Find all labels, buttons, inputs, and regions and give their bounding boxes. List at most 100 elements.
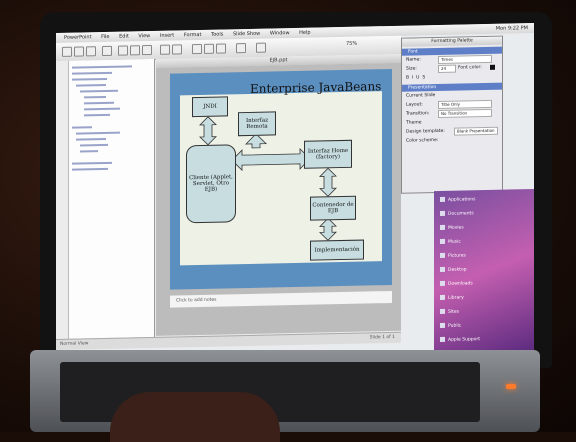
table-icon[interactable]: [192, 43, 202, 55]
outline-line: [80, 150, 98, 153]
new-icon[interactable]: [62, 46, 72, 57]
outline-line: [76, 83, 106, 87]
outline-line: [76, 137, 106, 141]
box-ejb-container[interactable]: Contenedor de EJB: [310, 195, 356, 221]
paste-icon[interactable]: [142, 44, 152, 56]
design-label: Design template:: [406, 128, 445, 135]
box-remote-interface[interactable]: Interfaz Remota: [238, 111, 276, 137]
outline-line: [80, 89, 118, 93]
layout-label: Layout:: [406, 102, 423, 108]
user-hand: [110, 392, 280, 442]
outline-line: [72, 71, 112, 75]
folder-icon: [440, 294, 445, 300]
outline-line: [72, 161, 112, 165]
desktop-item[interactable]: Library: [440, 294, 464, 301]
print-icon[interactable]: [102, 45, 112, 57]
desktop-item[interactable]: Documents: [440, 210, 474, 218]
desktop-item[interactable]: Sites: [440, 308, 459, 316]
outline-line: [84, 113, 110, 117]
color-scheme-row: Color scheme:: [402, 135, 502, 146]
arrow-client-home: [231, 147, 311, 172]
toolbox-icon[interactable]: [256, 42, 266, 53]
box-implementation[interactable]: Implementación: [310, 239, 364, 261]
folder-icon: [440, 252, 445, 258]
palette-title[interactable]: Formatting Palette: [402, 36, 502, 47]
folder-icon: [440, 322, 445, 328]
underline-icon[interactable]: U: [416, 75, 419, 80]
folder-icon: [440, 308, 445, 314]
slide-title[interactable]: Enterprise JavaBeans: [250, 79, 381, 96]
outline-line: [80, 143, 108, 147]
menu-slideshow[interactable]: Slide Show: [233, 31, 260, 38]
cut-icon[interactable]: [118, 45, 128, 56]
italic-icon[interactable]: I: [412, 76, 413, 81]
font-size-label: Size:: [406, 66, 417, 72]
arrow-jndi-client: [199, 116, 217, 146]
folder-icon: [440, 336, 445, 342]
style-buttons-row: B I U S: [402, 72, 502, 83]
desktop-item[interactable]: Music: [440, 238, 461, 246]
zoom-select[interactable]: 75%: [346, 41, 357, 47]
chart-icon[interactable]: [204, 43, 214, 54]
save-icon[interactable]: [86, 46, 96, 57]
desktop-item[interactable]: Movies: [440, 224, 464, 231]
notes-pane[interactable]: Click to add notes: [170, 290, 392, 308]
undo-icon[interactable]: [160, 44, 170, 55]
box-jndi[interactable]: JNDI: [192, 96, 228, 118]
folder-icon: [440, 210, 445, 216]
menu-file[interactable]: File: [101, 34, 109, 40]
desktop-item[interactable]: Pictures: [440, 252, 466, 260]
menu-app[interactable]: PowerPoint: [64, 34, 92, 41]
outline-pane[interactable]: [56, 58, 155, 340]
outline-line: [76, 131, 120, 135]
redo-icon[interactable]: [172, 44, 182, 55]
outline-line: [72, 167, 108, 171]
menu-edit[interactable]: Edit: [119, 33, 129, 39]
arrow-container-impl: [319, 217, 337, 241]
outline-line: [72, 126, 92, 129]
font-color-swatch[interactable]: [490, 64, 495, 70]
folder-icon: [440, 280, 445, 286]
transition-label: Transition:: [406, 111, 430, 117]
slide-canvas: JNDI Interfaz Remota Interfaz Home (fact…: [156, 62, 401, 336]
menu-insert[interactable]: Insert: [160, 33, 174, 39]
slide-content-area: JNDI Interfaz Remota Interfaz Home (fact…: [180, 91, 382, 266]
arrow-home-container: [319, 167, 337, 197]
desktop-item[interactable]: Desktop: [440, 266, 467, 274]
gallery-icon[interactable]: [236, 43, 246, 54]
menu-tools[interactable]: Tools: [211, 32, 223, 38]
menubar-clock[interactable]: Mon 9:22 PM: [496, 23, 528, 34]
view-mode: Normal View: [60, 341, 89, 347]
formatting-palette: Formatting Palette Font Name: Times Size…: [401, 35, 503, 194]
font-name-label: Name:: [406, 57, 421, 63]
menu-window[interactable]: Window: [270, 30, 290, 36]
desktop-item[interactable]: Apple Support: [440, 336, 480, 344]
bold-icon[interactable]: B: [406, 76, 409, 81]
hyperlink-icon[interactable]: [216, 43, 226, 54]
outline-line: [72, 65, 132, 69]
menu-view[interactable]: View: [138, 33, 150, 39]
menu-format[interactable]: Format: [184, 32, 202, 38]
box-client[interactable]: Cliente (Applet, Servlet, Otro EJB): [186, 144, 236, 224]
box-home-interface[interactable]: Interfaz Home (factory): [304, 139, 352, 169]
desktop-item[interactable]: Public: [440, 322, 461, 330]
folder-icon: [440, 196, 445, 202]
outline-line: [84, 107, 120, 111]
sleep-indicator-light: [506, 384, 516, 389]
shadow-icon[interactable]: S: [422, 75, 425, 80]
outline-line: [84, 101, 114, 105]
folder-icon: [440, 224, 445, 230]
menu-help[interactable]: Help: [299, 30, 310, 36]
desktop-background: Applications Documents Movies Music Pict…: [434, 188, 534, 356]
desktop-item[interactable]: Downloads: [440, 280, 473, 288]
outline-toolbar: [56, 60, 69, 340]
folder-icon: [440, 238, 445, 244]
color-scheme-label: Color scheme:: [406, 137, 439, 144]
outline-line: [72, 77, 107, 81]
outline-line: [84, 95, 106, 99]
open-icon[interactable]: [74, 46, 84, 57]
slide[interactable]: JNDI Interfaz Remota Interfaz Home (fact…: [170, 68, 392, 290]
desktop-item[interactable]: Applications: [440, 196, 476, 204]
copy-icon[interactable]: [130, 45, 140, 56]
laptop-screen: PowerPoint File Edit View Insert Format …: [56, 22, 534, 364]
